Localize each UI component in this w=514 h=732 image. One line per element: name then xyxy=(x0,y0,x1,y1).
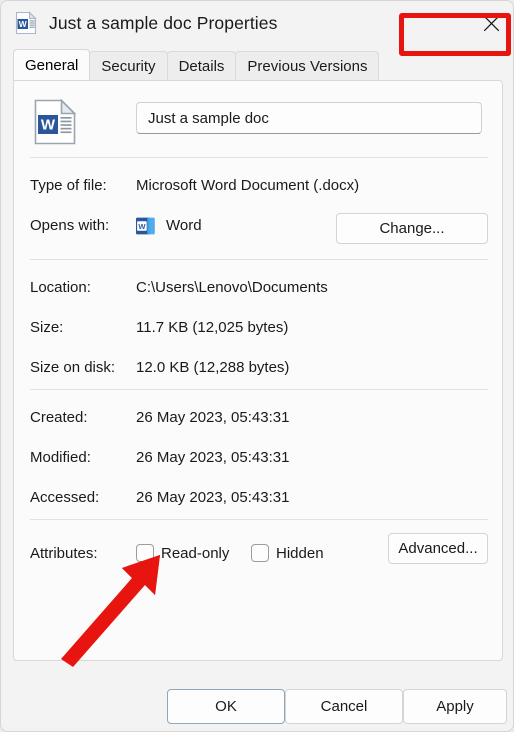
window-title: Just a sample doc Properties xyxy=(49,12,278,33)
size-value: 11.7 KB (12,025 bytes) xyxy=(136,318,289,336)
cancel-button[interactable]: Cancel xyxy=(285,689,403,724)
tab-general-label: General xyxy=(25,56,79,74)
svg-text:W: W xyxy=(19,19,27,29)
row-modified: Modified: 26 May 2023, 05:43:31 xyxy=(14,445,502,469)
location-label: Location: xyxy=(30,278,91,296)
change-button[interactable]: Change... xyxy=(336,213,488,244)
readonly-label: Read-only xyxy=(161,544,230,562)
row-accessed: Accessed: 26 May 2023, 05:43:31 xyxy=(14,485,502,509)
separator xyxy=(30,519,488,520)
accessed-value: 26 May 2023, 05:43:31 xyxy=(136,488,290,506)
size-label: Size: xyxy=(30,318,64,336)
created-label: Created: xyxy=(30,408,88,426)
word-document-icon: W xyxy=(15,11,37,35)
checkbox-box xyxy=(136,544,154,562)
tab-strip: General Security Details Previous Versio… xyxy=(13,49,380,80)
title-bar: W Just a sample doc Properties xyxy=(1,1,513,45)
tab-previous-versions-label: Previous Versions xyxy=(247,57,368,75)
tab-details[interactable]: Details xyxy=(166,51,237,80)
row-type-of-file: Type of file: Microsoft Word Document (.… xyxy=(14,173,502,197)
modified-label: Modified: xyxy=(30,448,91,466)
hidden-checkbox[interactable]: Hidden xyxy=(251,544,324,562)
close-icon[interactable] xyxy=(467,1,513,45)
opens-with-app-name: Word xyxy=(166,216,202,234)
word-app-icon: W xyxy=(136,217,155,235)
checkbox-box xyxy=(251,544,269,562)
hidden-label: Hidden xyxy=(276,544,324,562)
row-opens-with: Opens with: W Word Change... xyxy=(14,213,502,244)
dialog-footer: OK Cancel Apply xyxy=(1,673,513,731)
advanced-button[interactable]: Advanced... xyxy=(388,533,488,564)
apply-button[interactable]: Apply xyxy=(403,689,507,724)
tab-general[interactable]: General xyxy=(13,49,91,80)
accessed-label: Accessed: xyxy=(30,488,100,506)
readonly-checkbox[interactable]: Read-only xyxy=(136,544,229,562)
separator xyxy=(30,157,488,158)
separator xyxy=(30,389,488,390)
general-tab-panel: W Just a sample doc Type of file: Micros… xyxy=(13,80,503,661)
attributes-label: Attributes: xyxy=(30,544,98,562)
row-size-on-disk: Size on disk: 12.0 KB (12,288 bytes) xyxy=(14,355,502,379)
svg-text:W: W xyxy=(41,116,56,133)
separator xyxy=(30,259,488,260)
type-of-file-value: Microsoft Word Document (.docx) xyxy=(136,176,360,194)
svg-text:W: W xyxy=(138,222,146,231)
tab-security[interactable]: Security xyxy=(89,51,168,80)
tab-previous-versions[interactable]: Previous Versions xyxy=(235,51,380,80)
tab-security-label: Security xyxy=(101,57,156,75)
row-location: Location: C:\Users\Lenovo\Documents xyxy=(14,275,502,299)
row-created: Created: 26 May 2023, 05:43:31 xyxy=(14,405,502,429)
file-name-row: W Just a sample doc xyxy=(14,95,502,147)
ok-button[interactable]: OK xyxy=(167,689,285,724)
tab-details-label: Details xyxy=(178,57,225,75)
opens-with-label: Opens with: xyxy=(30,216,110,234)
size-on-disk-label: Size on disk: xyxy=(30,358,116,376)
modified-value: 26 May 2023, 05:43:31 xyxy=(136,448,290,466)
created-value: 26 May 2023, 05:43:31 xyxy=(136,408,290,426)
row-size: Size: 11.7 KB (12,025 bytes) xyxy=(14,315,502,339)
file-name-input[interactable]: Just a sample doc xyxy=(136,102,482,134)
word-document-icon: W xyxy=(34,98,77,145)
row-attributes: Attributes: Read-only Hidden Advanced... xyxy=(14,533,502,569)
size-on-disk-value: 12.0 KB (12,288 bytes) xyxy=(136,358,290,376)
location-value: C:\Users\Lenovo\Documents xyxy=(136,278,328,296)
type-of-file-label: Type of file: xyxy=(30,176,107,194)
properties-dialog: W Just a sample doc Properties General S… xyxy=(0,0,514,732)
